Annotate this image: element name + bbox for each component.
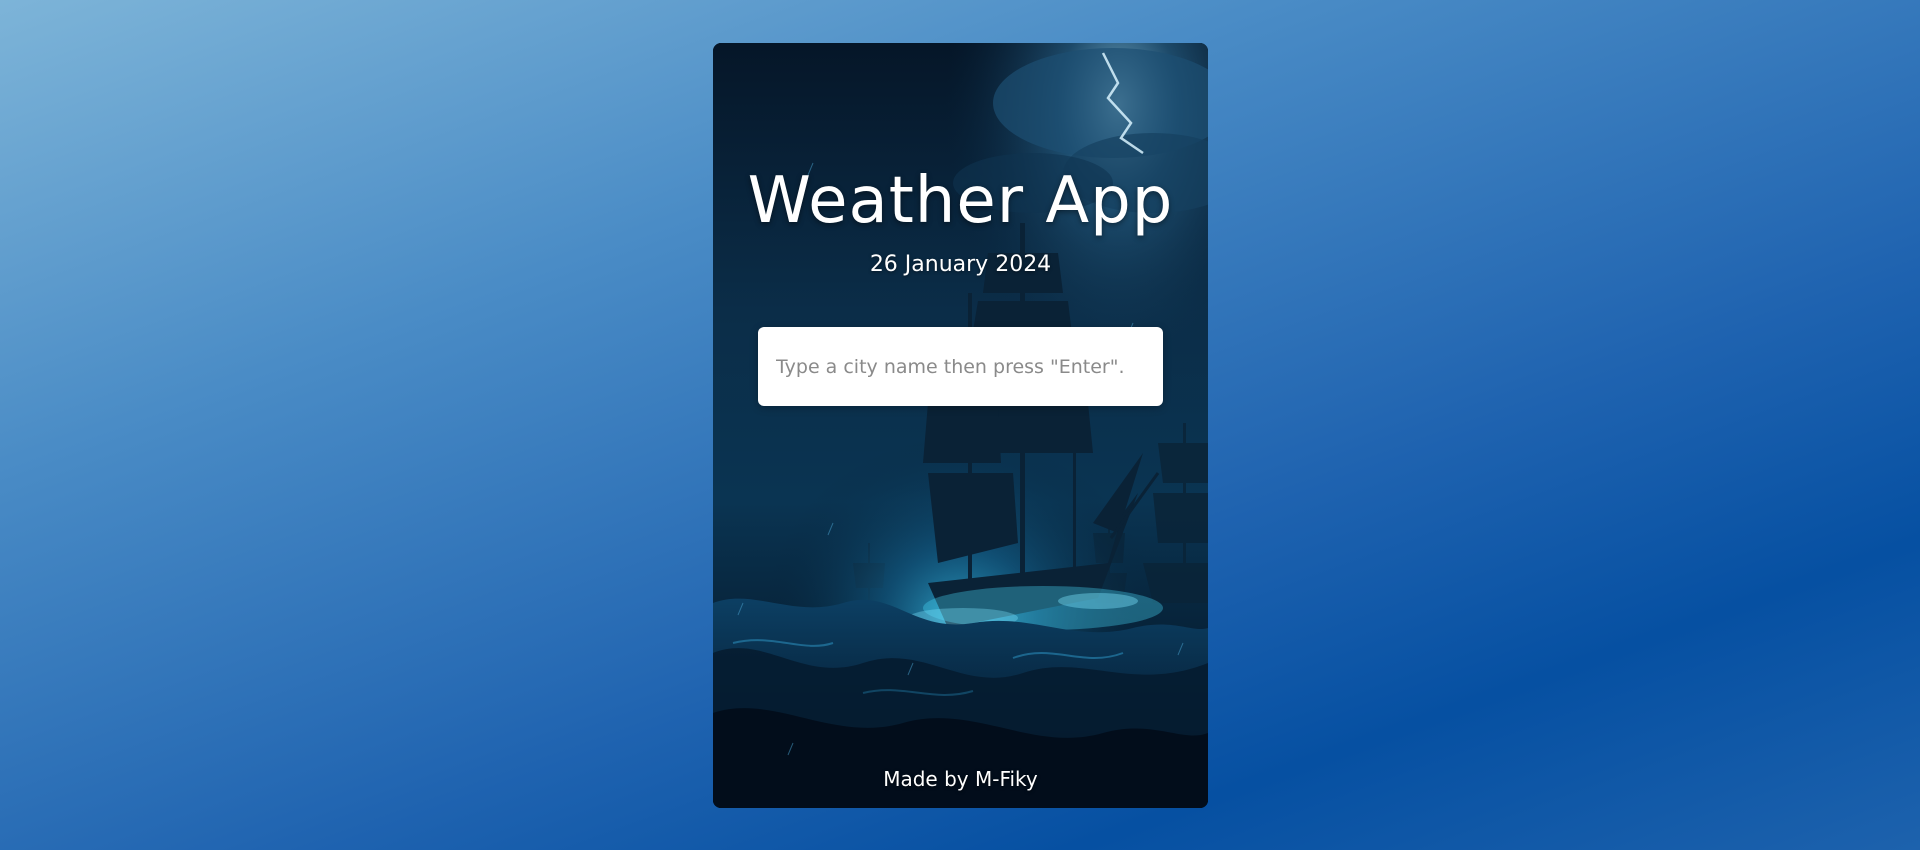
app-title: Weather App [747, 164, 1174, 238]
current-date: 26 January 2024 [869, 252, 1052, 277]
storm-ship-background-image [713, 43, 1208, 808]
weather-card: Weather App 26 January 2024 Made by M-Fi… [713, 43, 1208, 808]
city-search-input[interactable] [758, 327, 1163, 406]
footer-credit: Made by M-Fiky [883, 767, 1038, 791]
